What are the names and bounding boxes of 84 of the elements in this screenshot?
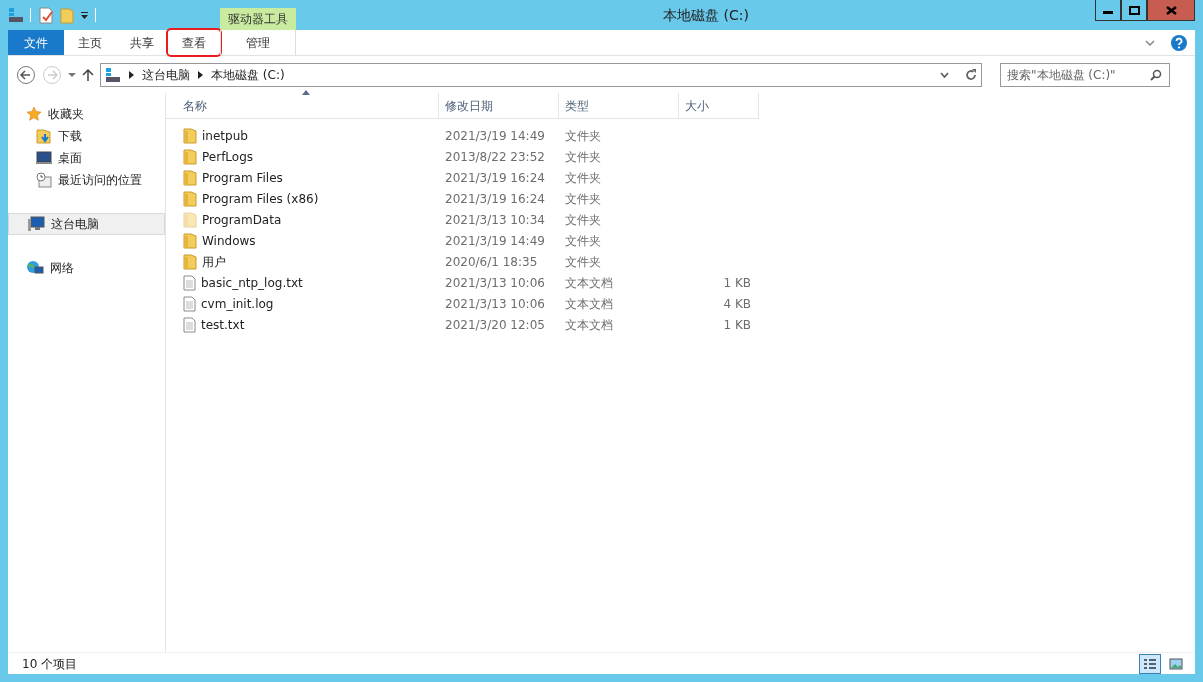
breadcrumb-item[interactable]: 这台电脑 xyxy=(142,65,190,84)
sidebar-item[interactable]: 这台电脑 xyxy=(8,213,165,235)
file-name[interactable]: basic_ntp_log.txt xyxy=(166,273,439,292)
file-name[interactable]: PerfLogs xyxy=(166,147,439,166)
up-arrow-icon[interactable] xyxy=(82,67,94,82)
modified-date: 2013/8/22 23:52 xyxy=(444,148,546,166)
file-name[interactable]: test.txt xyxy=(166,315,439,334)
sidebar-item[interactable]: 桌面 xyxy=(8,147,165,169)
context-tab-group-label: 驱动器工具 xyxy=(220,8,296,30)
search-icon xyxy=(1150,68,1162,81)
tiles-view-icon xyxy=(1169,657,1183,670)
chevron-right-icon xyxy=(129,70,134,79)
modified-date: 2021/3/19 16:24 xyxy=(444,190,546,208)
file-tab[interactable]: 文件 xyxy=(8,30,64,55)
minimize-button[interactable] xyxy=(1095,0,1121,21)
file-type: 文件夹 xyxy=(564,232,602,250)
file-name[interactable]: inetpub xyxy=(166,126,439,145)
file-type: 文本文档 xyxy=(564,316,614,334)
close-button[interactable] xyxy=(1147,0,1195,21)
breadcrumb-item[interactable]: 本地磁盘 (C:) xyxy=(211,65,285,84)
modified-date: 2021/3/19 14:49 xyxy=(444,232,546,250)
column-header[interactable]: 修改日期 xyxy=(439,93,559,119)
file-type: 文本文档 xyxy=(564,295,614,313)
help-icon xyxy=(1171,34,1187,51)
details-view-button[interactable] xyxy=(1139,653,1161,674)
modified-date: 2021/3/13 10:34 xyxy=(444,211,546,229)
column-header[interactable]: 大小 xyxy=(679,93,759,119)
maximize-button[interactable] xyxy=(1121,0,1147,21)
file-type: 文件夹 xyxy=(564,211,602,229)
file-size: 1 KB xyxy=(722,274,752,292)
dropdown-icon[interactable] xyxy=(68,71,76,78)
modified-date: 2021/3/13 10:06 xyxy=(444,274,546,292)
computer-icon xyxy=(27,216,45,232)
item-count: 10 个项目 xyxy=(22,655,78,673)
file-name[interactable]: cvm_init.log xyxy=(166,294,439,313)
drive-icon xyxy=(105,66,121,83)
download-folder-icon xyxy=(36,128,52,144)
file-type: 文件夹 xyxy=(564,253,602,271)
file-type: 文件夹 xyxy=(564,127,602,145)
back-icon[interactable] xyxy=(16,64,36,85)
recent-places-icon xyxy=(36,172,52,188)
chevron-down-icon xyxy=(1145,39,1155,46)
modified-date: 2021/3/20 12:05 xyxy=(444,316,546,334)
file-size: 4 KB xyxy=(722,295,752,313)
chevron-right-icon xyxy=(198,70,203,79)
sidebar-item[interactable]: 收藏夹 xyxy=(8,103,165,125)
address-bar[interactable]: 这台电脑 本地磁盘 (C:) xyxy=(100,62,982,87)
ribbon-tab[interactable]: 主页 xyxy=(64,30,116,55)
window-title: 本地磁盘 (C:) xyxy=(663,6,749,23)
sidebar-item[interactable]: 网络 xyxy=(8,257,165,279)
modified-date: 2021/3/13 10:06 xyxy=(444,295,546,313)
monitor-icon xyxy=(36,151,52,165)
refresh-icon xyxy=(965,68,977,81)
maximize-icon xyxy=(1128,5,1140,15)
close-icon xyxy=(1165,5,1177,15)
separator-icon xyxy=(95,8,97,22)
separator-icon xyxy=(30,8,32,22)
ribbon-tab[interactable]: 共享 xyxy=(116,30,168,55)
file-name[interactable]: 用户 xyxy=(166,252,439,271)
dropdown-icon xyxy=(940,71,949,78)
file-type: 文件夹 xyxy=(564,169,602,187)
file-name[interactable]: Windows xyxy=(166,231,439,250)
file-name[interactable]: Program Files (x86) xyxy=(166,189,439,208)
modified-date: 2021/3/19 14:49 xyxy=(444,127,546,145)
details-view-icon xyxy=(1143,657,1157,670)
file-type: 文件夹 xyxy=(564,148,602,166)
file-size: 1 KB xyxy=(722,316,752,334)
file-name[interactable]: Program Files xyxy=(166,168,439,187)
column-header[interactable]: 名称 xyxy=(166,93,439,119)
ribbon-tab[interactable]: 查看 xyxy=(168,30,220,55)
star-icon xyxy=(26,106,42,122)
sidebar-item[interactable]: 下载 xyxy=(8,125,165,147)
file-name[interactable]: ProgramData xyxy=(166,210,439,229)
file-type: 文件夹 xyxy=(564,190,602,208)
network-icon xyxy=(26,260,44,276)
sidebar-item[interactable]: 最近访问的位置 xyxy=(8,169,165,191)
drive-icon[interactable] xyxy=(8,7,24,23)
dropdown-icon[interactable] xyxy=(80,10,89,20)
modified-date: 2021/3/19 16:24 xyxy=(444,169,546,187)
column-header[interactable]: 类型 xyxy=(559,93,679,119)
file-type: 文本文档 xyxy=(564,274,614,292)
search-field[interactable]: 搜索"本地磁盘 (C:)" xyxy=(1000,62,1170,87)
sort-ascending-icon xyxy=(302,90,310,95)
modified-date: 2020/6/1 18:35 xyxy=(444,253,539,271)
